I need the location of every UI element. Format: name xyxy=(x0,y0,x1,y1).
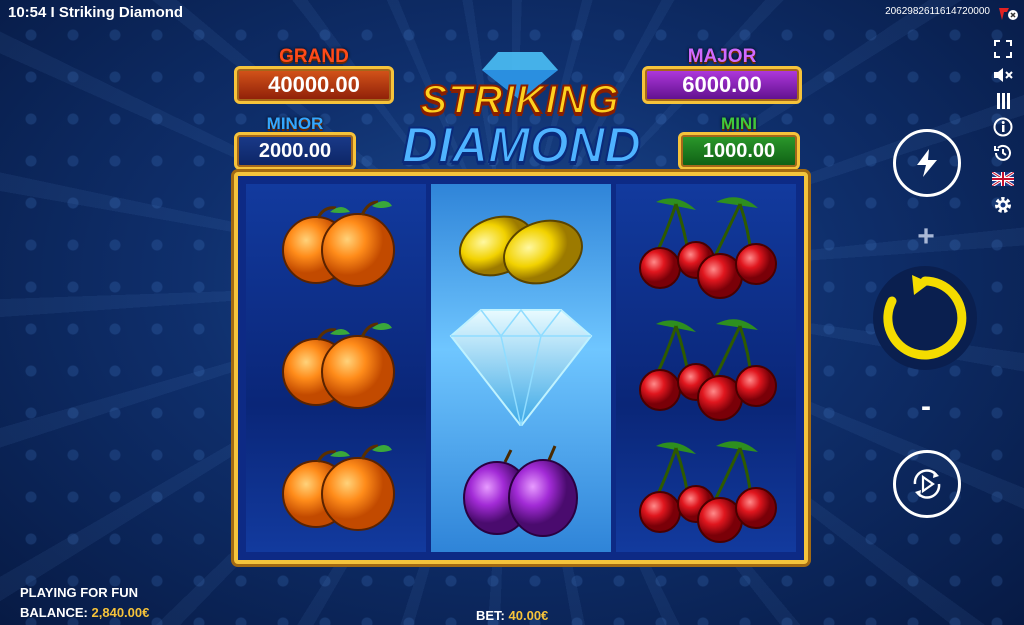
autoplay-icon xyxy=(913,469,941,499)
jackpot-grand-box: 40000.00 xyxy=(234,66,394,104)
play-mode-label: PLAYING FOR FUN xyxy=(20,585,138,600)
jackpot-major-label: MAJOR xyxy=(687,46,757,67)
game-title: Striking Diamond xyxy=(58,4,184,21)
clock: 10:54 xyxy=(8,4,47,21)
jackpot-minor: 2000.00 MINOR xyxy=(234,114,356,170)
settings-icon[interactable] xyxy=(992,196,1014,214)
game-logo: STRIKING DIAMOND xyxy=(401,48,642,174)
reel-3 xyxy=(616,184,796,552)
reel-2 xyxy=(431,184,611,552)
cherry-symbol-icon xyxy=(639,197,777,299)
bet-label: BET: xyxy=(476,608,505,623)
footer-left: PLAYING FOR FUN BALANCE: 2,840.00€ xyxy=(20,583,149,623)
balance-value: 2,840.00€ xyxy=(91,605,150,620)
jackpot-minor-box: 2000.00 xyxy=(234,132,356,170)
reel-frame xyxy=(234,172,808,564)
jackpot-mini-label: MINI xyxy=(721,114,757,133)
autoplay-button[interactable] xyxy=(893,450,961,518)
menu-icon[interactable] xyxy=(992,92,1014,110)
jackpot-minor-label: MINOR xyxy=(266,114,324,133)
session-id: 2062982611614720000 xyxy=(885,6,990,17)
bet-display: BET: 40.00€ xyxy=(476,608,548,623)
orange-symbol-icon xyxy=(282,322,395,409)
jackpot-major-value: 6000.00 xyxy=(682,72,762,97)
jackpot-grand: 40000.00 GRAND xyxy=(234,46,394,104)
jackpot-grand-label: GRAND xyxy=(279,46,349,67)
bet-plus-button[interactable]: + xyxy=(912,220,940,254)
cherry-symbol-icon xyxy=(639,319,777,421)
reel-1 xyxy=(246,184,426,552)
balance: BALANCE: 2,840.00€ xyxy=(20,603,149,623)
jackpot-major-box: 6000.00 xyxy=(642,66,802,104)
orange-symbol-icon xyxy=(282,444,395,531)
jackpot-mini: 1000.00 MINI xyxy=(678,114,800,170)
mute-icon[interactable] xyxy=(992,66,1014,84)
fullscreen-icon[interactable] xyxy=(992,40,1014,58)
info-icon[interactable] xyxy=(992,117,1014,137)
plum-symbol-icon xyxy=(463,445,578,537)
lemon-symbol-icon xyxy=(459,215,583,285)
jackpot-mini-value: 1000.00 xyxy=(702,140,776,162)
jackpot-minor-value: 2000.00 xyxy=(258,140,332,162)
provider-logo-icon xyxy=(999,8,1018,20)
cherry-symbol-icon xyxy=(639,441,777,543)
spin-icon xyxy=(883,275,967,360)
jackpot-grand-value: 40000.00 xyxy=(268,72,360,97)
spin-button[interactable] xyxy=(873,266,977,370)
turbo-button[interactable] xyxy=(893,129,961,197)
window-title-bar: 10:54 I Striking Diamond xyxy=(8,4,183,21)
side-menu xyxy=(992,40,1014,214)
bet-value: 40.00€ xyxy=(508,608,549,623)
jackpot-mini-box: 1000.00 xyxy=(678,132,800,170)
language-flag-icon[interactable] xyxy=(992,170,1014,188)
history-icon[interactable] xyxy=(992,144,1014,162)
title-separator: I xyxy=(50,4,55,21)
bet-minus-button[interactable]: - xyxy=(912,390,940,424)
balance-label: BALANCE: xyxy=(20,605,88,620)
orange-symbol-icon xyxy=(282,200,395,287)
diamond-symbol-icon xyxy=(449,308,593,426)
jackpot-major: 6000.00 MAJOR xyxy=(642,46,802,104)
lightning-icon xyxy=(917,149,937,177)
logo-line2: DIAMOND xyxy=(401,116,642,174)
